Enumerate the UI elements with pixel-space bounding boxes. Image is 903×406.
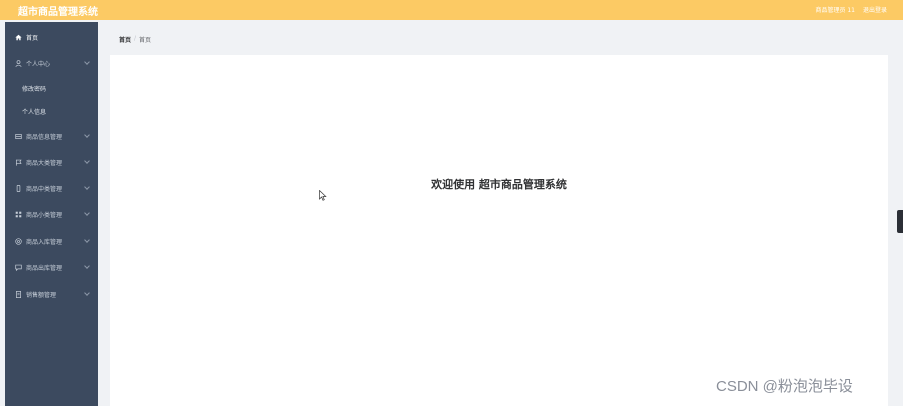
sidebar-item-label: 个人信息 xyxy=(22,108,47,116)
breadcrumb-separator: / xyxy=(134,35,137,42)
grid-icon xyxy=(14,210,22,218)
doc-icon xyxy=(14,290,22,298)
home-icon xyxy=(14,33,22,41)
sidebar-item-product-minor-category[interactable]: 商品小类管理 xyxy=(5,204,98,224)
chevron-down-icon xyxy=(84,158,90,164)
sidebar-item-label: 销售额管理 xyxy=(26,291,57,299)
chevron-down-icon xyxy=(84,237,90,243)
sidebar-item-personal-center[interactable]: 个人中心 xyxy=(5,53,98,73)
sidebar-item-stock-out[interactable]: 商品出库管理 xyxy=(5,257,98,277)
sidebar-item-label: 首页 xyxy=(26,34,39,42)
top-bar: 超市商品管理系统 商品管理员 11 退出登录 xyxy=(0,0,903,20)
chevron-down-icon xyxy=(84,184,90,190)
sidebar-item-stock-in[interactable]: 商品入库管理 xyxy=(5,231,98,251)
sidebar-item-label: 商品中类管理 xyxy=(26,185,63,193)
settings-drawer-tab[interactable] xyxy=(897,210,903,233)
top-bar-right: 商品管理员 11 退出登录 xyxy=(815,5,887,14)
sidebar-item-label: 商品小类管理 xyxy=(26,211,63,219)
sidebar-item-product-middle-category[interactable]: 商品中类管理 xyxy=(5,178,98,198)
welcome-message: 欢迎使用 超市商品管理系统 xyxy=(431,178,567,191)
chevron-down-icon xyxy=(84,59,90,65)
phone-icon xyxy=(14,184,22,192)
sidebar-item-label: 个人中心 xyxy=(26,60,51,68)
sidebar-item-product-major-category[interactable]: 商品大类管理 xyxy=(5,152,98,172)
message-icon xyxy=(14,263,22,271)
app-title: 超市商品管理系统 xyxy=(18,7,98,18)
list-icon xyxy=(14,132,22,140)
breadcrumb-current: 首页 xyxy=(139,37,152,44)
flag-icon xyxy=(14,158,22,166)
main-panel: 欢迎使用 超市商品管理系统 xyxy=(110,55,888,406)
chevron-down-icon xyxy=(84,210,90,216)
circle-icon xyxy=(14,237,22,245)
current-user-label: 商品管理员 11 xyxy=(815,7,855,14)
sidebar-item-product-info[interactable]: 商品信息管理 xyxy=(5,126,98,146)
user-icon xyxy=(14,59,22,67)
sidebar-item-home[interactable]: 首页 xyxy=(5,27,98,47)
sidebar-item-sales[interactable]: 销售额管理 xyxy=(5,284,98,304)
chevron-down-icon xyxy=(84,132,90,138)
sidebar-item-label: 商品信息管理 xyxy=(26,133,63,141)
breadcrumb-home-link[interactable]: 首页 xyxy=(119,35,131,44)
sidebar-item-label: 商品大类管理 xyxy=(26,159,63,167)
mouse-cursor-icon xyxy=(319,186,327,205)
breadcrumb: 首页 / 首页 xyxy=(119,35,151,44)
sidebar-item-personal-info[interactable]: 个人信息 xyxy=(5,101,98,121)
sidebar: 首页 个人中心 修改密码 个人信息 商品信息管理 商品大类管理 商品中类管理 商… xyxy=(5,22,98,406)
chevron-down-icon xyxy=(84,263,90,269)
sidebar-item-label: 商品出库管理 xyxy=(26,264,63,272)
logout-button[interactable]: 退出登录 xyxy=(863,5,887,14)
chevron-down-icon xyxy=(84,290,90,296)
sidebar-item-label: 修改密码 xyxy=(22,85,47,93)
watermark: CSDN @粉泡泡毕设 xyxy=(716,378,853,395)
sidebar-item-change-password[interactable]: 修改密码 xyxy=(5,78,98,98)
sidebar-item-label: 商品入库管理 xyxy=(26,238,63,246)
